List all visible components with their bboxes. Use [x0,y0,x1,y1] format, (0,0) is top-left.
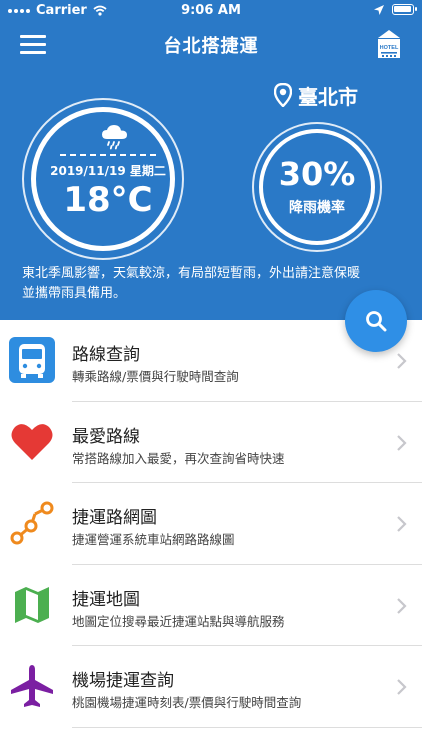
location-selector[interactable]: 臺北市 [274,80,358,110]
menu-item-subtitle: 常搭路線加入最愛，再次查詢省時快速 [72,450,285,466]
rain-probability-dial: 30% 降雨機率 [252,122,382,252]
rain-probability-value: 30% [278,155,356,193]
hotel-icon[interactable]: HOTEL [374,28,404,60]
chevron-right-icon [397,516,407,532]
menu-item-subtitle: 地圖定位搜尋最近捷運站點與導航服務 [72,613,285,629]
chevron-right-icon [397,679,407,695]
temperature-dial: 2019/11/19 星期二 18°C [22,98,184,260]
menu-item-subtitle: 桃園機場捷運時刻表/票價與行駛時間查詢 [72,695,302,710]
weather-date: 2019/11/19 星期二 [50,164,166,178]
menu-item-title: 最愛路線 [72,426,140,447]
menu-item-route-search[interactable]: 路線查詢 轉乘路線/票價與行駛時間查詢 [0,320,422,402]
chevron-right-icon [397,353,407,369]
chevron-right-icon [397,434,407,451]
page-title: 台北搭捷運 [163,36,259,57]
heart-icon [11,423,53,460]
divider [60,154,156,156]
menu-item-title: 捷運地圖 [72,589,140,610]
menu-item-title: 機場捷運查詢 [72,671,174,691]
status-bar: Carrier 9:06 AM [0,0,422,22]
location-name: 臺北市 [298,84,358,109]
menu-item-title: 路線查詢 [72,345,140,365]
rain-probability-label: 降雨機率 [289,200,345,216]
map-icon [15,586,49,623]
nav-bar: 台北搭捷運 HOTEL [0,22,422,66]
bus-icon [9,337,55,383]
hotel-sign-text: HOTEL [380,45,399,51]
battery-icon [392,4,417,15]
status-time: 9:06 AM [181,3,241,18]
map-pin-icon [274,83,292,107]
menu-item-subtitle: 轉乘路線/票價與行駛時間查詢 [72,369,239,384]
forecast-line: 東北季風影響，天氣較涼，有局部短暫雨，外出請注意保暖 [22,266,361,281]
temperature-value: 18°C [63,180,153,220]
cloud-rain-icon [102,125,127,150]
menu-item-favorite-routes[interactable]: 最愛路線 常搭路線加入最愛，再次查詢省時快速 [0,402,422,483]
menu-item-subtitle: 捷運營運系統車站網路路線圖 [72,532,235,547]
airplane-icon [11,665,53,707]
location-arrow-icon [374,4,384,15]
network-icon [10,501,54,545]
menu-list: 路線查詢 轉乘路線/票價與行駛時間查詢 最愛路線 常搭路線加入最愛，再次查詢省時… [0,320,422,728]
menu-item-network-map[interactable]: 捷運路網圖 捷運營運系統車站網路路線圖 [0,483,422,565]
menu-item-airport-metro[interactable]: 機場捷運查詢 桃園機場捷運時刻表/票價與行駛時間查詢 [0,646,422,728]
menu-item-metro-map[interactable]: 捷運地圖 地圖定位搜尋最近捷運站點與導航服務 [0,565,422,646]
weather-header: Carrier 9:06 AM 台北搭捷運 HOTEL 2019/11/19 星… [0,0,422,320]
chevron-right-icon [397,597,407,614]
menu-item-title: 捷運路網圖 [72,508,157,528]
